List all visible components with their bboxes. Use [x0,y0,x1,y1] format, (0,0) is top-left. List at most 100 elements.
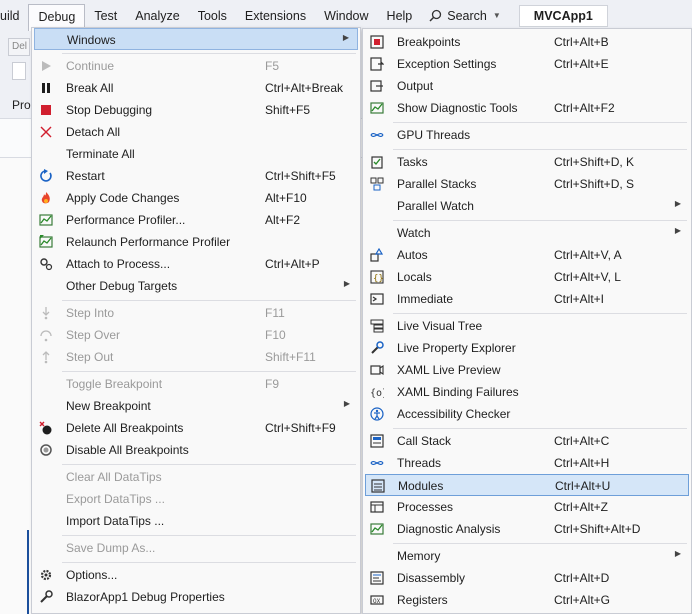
separator [393,313,687,314]
diagnostic-tools-icon [369,100,385,116]
search-box[interactable]: Search ▼ [421,4,509,28]
menu-item-locals[interactable]: {} Locals Ctrl+Alt+V, L [365,266,689,288]
menu-item-restart[interactable]: Restart Ctrl+Shift+F5 [34,165,358,187]
output-icon [369,78,385,94]
locals-icon: {} [369,269,385,285]
exception-settings-icon [369,56,385,72]
menu-item-delete-all-breakpoints[interactable]: Delete All Breakpoints Ctrl+Shift+F9 [34,417,358,439]
separator [393,149,687,150]
windows-submenu: Breakpoints Ctrl+Alt+B Exception Setting… [362,28,692,614]
menu-item-show-diagnostic-tools[interactable]: Show Diagnostic Tools Ctrl+Alt+F2 [365,97,689,119]
menu-item-accessibility-checker[interactable]: Accessibility Checker [365,403,689,425]
menu-analyze[interactable]: Analyze [126,4,188,28]
menu-item-disassembly[interactable]: Disassembly Ctrl+Alt+D [365,567,689,589]
menu-tools[interactable]: Tools [189,4,236,28]
menu-item-registers[interactable]: OX Registers Ctrl+Alt+G [365,589,689,611]
menu-item-windows[interactable]: Windows ▶ [34,28,358,50]
menu-item-terminate-all[interactable]: Terminate All [34,143,358,165]
menu-item-gpu-threads[interactable]: GPU Threads [365,124,689,146]
menu-item-step-out[interactable]: Step Out Shift+F11 [34,346,358,368]
menu-item-detach-all[interactable]: Detach All [34,121,358,143]
modules-icon [370,478,386,494]
menu-item-processes[interactable]: Processes Ctrl+Alt+Z [365,496,689,518]
debug-menu: Windows ▶ Continue F5 Break All Ctrl+Alt… [31,27,361,614]
menu-item-other-debug-targets[interactable]: Other Debug Targets ▶ [34,275,358,297]
menu-extensions[interactable]: Extensions [236,4,315,28]
menu-item-apply-code-changes[interactable]: Apply Code Changes Alt+F10 [34,187,358,209]
menu-item-import-datatips[interactable]: Import DataTips ... [34,510,358,532]
disable-breakpoints-icon [38,442,54,458]
menu-build[interactable]: uild [0,4,28,28]
menu-item-output[interactable]: Output [365,75,689,97]
relaunch-profiler-icon [38,234,54,250]
hot-reload-icon [38,190,54,206]
menu-item-xaml-binding-failures[interactable]: {o} XAML Binding Failures [365,381,689,403]
parallel-stacks-icon [369,176,385,192]
menu-item-performance-profiler[interactable]: Performance Profiler... Alt+F2 [34,209,358,231]
menu-item-step-over[interactable]: Step Over F10 [34,324,358,346]
toolbar-dropdown[interactable]: Del [8,38,30,56]
menu-test[interactable]: Test [85,4,126,28]
threads-icon [369,455,385,471]
separator [62,300,356,301]
menu-item-autos[interactable]: Autos Ctrl+Alt+V, A [365,244,689,266]
menu-item-new-breakpoint[interactable]: New Breakpoint ▶ [34,395,358,417]
menu-item-call-stack[interactable]: Call Stack Ctrl+Alt+C [365,430,689,452]
menu-item-parallel-watch[interactable]: Parallel Watch ▶ [365,195,689,217]
chevron-down-icon: ▼ [492,11,501,20]
menu-item-live-visual-tree[interactable]: Live Visual Tree [365,315,689,337]
menu-item-continue[interactable]: Continue F5 [34,55,358,77]
menu-item-immediate[interactable]: Immediate Ctrl+Alt+I [365,288,689,310]
submenu-arrow-icon: ▶ [674,549,681,558]
menu-item-parallel-stacks[interactable]: Parallel Stacks Ctrl+Shift+D, S [365,173,689,195]
processes-icon [369,499,385,515]
menu-item-modules[interactable]: Modules Ctrl+Alt+U [365,474,689,496]
menu-item-relaunch-profiler[interactable]: Relaunch Performance Profiler [34,231,358,253]
menu-item-breakpoints[interactable]: Breakpoints Ctrl+Alt+B [365,31,689,53]
menu-item-clear-all-datatips[interactable]: Clear All DataTips [34,466,358,488]
menu-window[interactable]: Window [315,4,377,28]
menu-item-break-all[interactable]: Break All Ctrl+Alt+Break [34,77,358,99]
submenu-arrow-icon: ▶ [343,399,350,408]
svg-text:{}: {} [373,274,384,284]
menu-item-xaml-live-preview[interactable]: XAML Live Preview [365,359,689,381]
tab-properties[interactable]: Pro [12,98,31,112]
menu-item-export-datatips[interactable]: Export DataTips ... [34,488,358,510]
menu-item-disable-all-breakpoints[interactable]: Disable All Breakpoints [34,439,358,461]
gpu-threads-icon [369,127,385,143]
menu-item-attach-to-process[interactable]: Attach to Process... Ctrl+Alt+P [34,253,358,275]
submenu-arrow-icon: ▶ [343,279,350,288]
continue-icon [38,58,54,74]
registers-icon: OX [369,592,385,608]
menu-item-threads[interactable]: Threads Ctrl+Alt+H [365,452,689,474]
menu-item-toggle-breakpoint[interactable]: Toggle Breakpoint F9 [34,373,358,395]
menu-item-memory[interactable]: Memory ▶ [365,545,689,567]
menu-item-diagnostic-analysis[interactable]: Diagnostic Analysis Ctrl+Shift+Alt+D [365,518,689,540]
menu-item-live-property-explorer[interactable]: Live Property Explorer [365,337,689,359]
separator [62,464,356,465]
separator [62,535,356,536]
autos-icon [369,247,385,263]
menu-item-debug-properties[interactable]: BlazorApp1 Debug Properties [34,586,358,608]
menu-item-tasks[interactable]: Tasks Ctrl+Shift+D, K [365,151,689,173]
live-property-explorer-icon [369,340,385,356]
svg-text:OX: OX [373,598,381,605]
tasks-icon [369,154,385,170]
step-into-icon [38,305,54,321]
menu-item-exception-settings[interactable]: Exception Settings Ctrl+Alt+E [365,53,689,75]
immediate-icon [369,291,385,307]
separator [62,53,356,54]
toolbar-control[interactable] [12,62,26,80]
menu-item-save-dump-as[interactable]: Save Dump As... [34,537,358,559]
restart-icon [38,168,54,184]
menu-item-options[interactable]: Options... [34,564,358,586]
stop-icon [38,102,54,118]
gutter-accent [27,530,29,614]
xaml-live-preview-icon [369,362,385,378]
step-over-icon [38,327,54,343]
menu-item-stop-debugging[interactable]: Stop Debugging Shift+F5 [34,99,358,121]
submenu-arrow-icon: ▶ [342,33,349,42]
menu-help[interactable]: Help [378,4,422,28]
menu-item-step-into[interactable]: Step Into F11 [34,302,358,324]
menu-item-watch[interactable]: Watch ▶ [365,222,689,244]
